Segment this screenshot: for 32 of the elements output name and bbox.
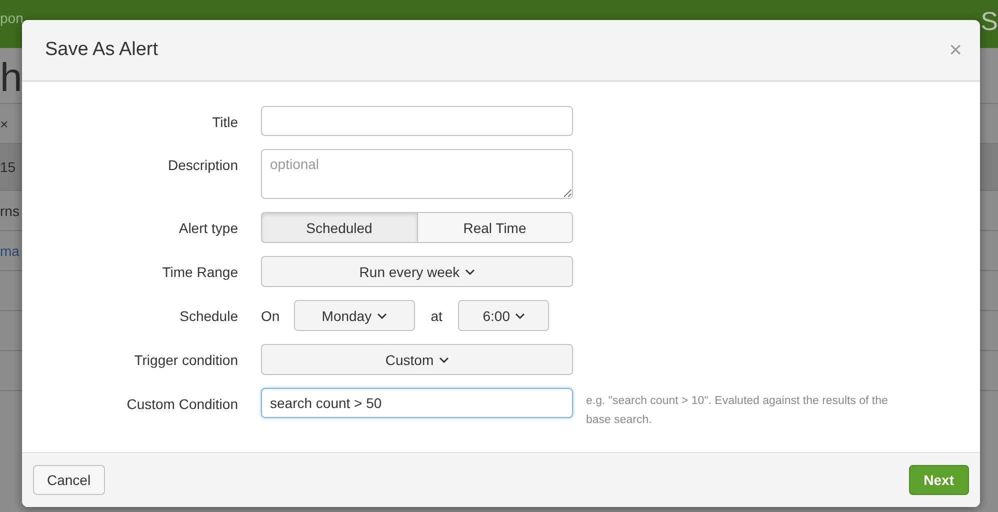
cancel-button[interactable]: Cancel (33, 465, 105, 495)
app-bar-text: pon (0, 10, 24, 26)
background-text: 15 (0, 159, 16, 175)
help-text: e.g. "search count > 10". Evaluted against the results of the base search. (586, 394, 889, 428)
caret-icon (376, 312, 387, 318)
condition-input[interactable]: search count > 50 (261, 388, 573, 418)
app-bar-text: S (980, 6, 998, 37)
title-input[interactable] (261, 106, 573, 136)
field-label: Description (166, 156, 238, 173)
description-field[interactable]: optional (261, 149, 573, 199)
field-label: Alert type (178, 219, 238, 236)
dropdown-button[interactable]: Custom (261, 344, 573, 375)
background-text: rns (0, 202, 20, 218)
dropdown-button[interactable]: Run every week (261, 256, 573, 287)
alert-type-option[interactable]: Scheduled (261, 212, 418, 243)
time-dropdown[interactable]: 6:00 (458, 300, 550, 331)
caret-icon (438, 356, 449, 362)
caret-icon (464, 268, 475, 274)
field-label: Trigger condition (133, 351, 238, 368)
field-label: Title (211, 113, 238, 130)
background-text: ma (0, 242, 20, 258)
at-label: at (430, 307, 442, 324)
alert-type-option[interactable]: Real Time (418, 212, 573, 243)
field-label: Time Range (161, 263, 238, 280)
caret-icon (515, 312, 525, 318)
background-text: × (0, 116, 8, 132)
page-heading: h (0, 56, 22, 100)
dialog-title: Save As Alert (45, 39, 158, 61)
day-dropdown[interactable]: Monday (294, 300, 415, 331)
field-label: Schedule (178, 307, 238, 324)
field-label: Custom Condition (126, 395, 238, 412)
on-label: On (261, 307, 280, 324)
